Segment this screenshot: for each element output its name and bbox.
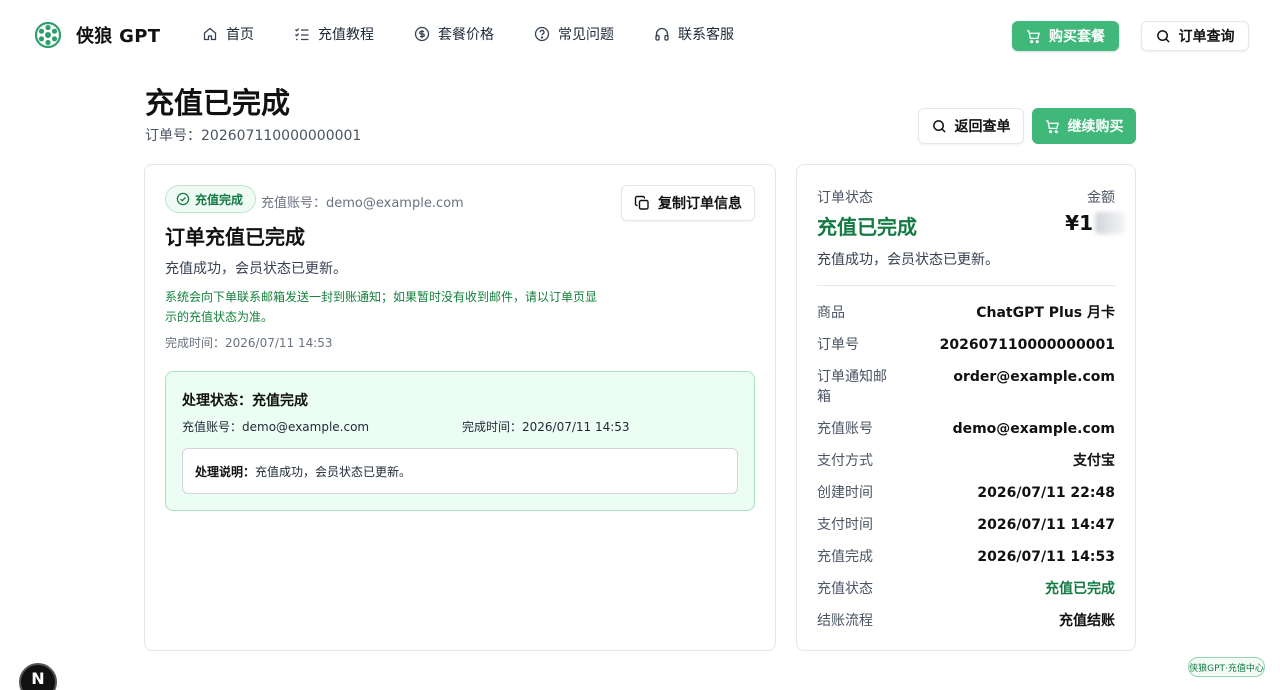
detail-row-checkout-flow: 结账流程 充值结账	[817, 611, 1115, 631]
cart-icon	[1045, 119, 1059, 133]
detail-value: order@example.com	[953, 369, 1115, 385]
detail-row-created-time: 创建时间 2026/07/11 22:48	[817, 483, 1115, 503]
nav-item-label: 常见问题	[558, 27, 614, 43]
detail-key: 支付时间	[817, 517, 873, 533]
detail-row-payment-method: 支付方式 支付宝	[817, 451, 1115, 471]
detail-key: 支付方式	[817, 453, 873, 469]
detail-row-account: 充值账号 demo@example.com	[817, 419, 1115, 439]
back-to-query-button[interactable]: 返回查单	[918, 108, 1024, 144]
home-icon	[203, 27, 217, 41]
detail-value: 2026/07/11 22:48	[977, 485, 1115, 501]
nav-item-home[interactable]: 首页	[202, 24, 254, 44]
brand-logo-icon	[34, 21, 62, 49]
detail-row-recharge-status: 充值状态 充值已完成	[817, 579, 1115, 599]
buy-plan-label: 购买套餐	[1049, 29, 1105, 45]
order-query-button[interactable]: 订单查询	[1141, 21, 1249, 51]
process-completion-time: 完成时间：2026/07/11 14:53	[462, 420, 630, 434]
nav-item-label: 联系客服	[678, 27, 734, 43]
search-icon	[932, 119, 946, 133]
main-nav: 首页 充值教程 套餐价格 常见问题 联系客服	[202, 24, 774, 44]
detail-value: 202607110000000001	[939, 337, 1115, 353]
order-summary-card: 订单状态 金额 充值已完成 ¥1 充值成功，会员状态已更新。 商品 ChatGP…	[796, 164, 1136, 651]
detail-row-completed-time: 充值完成 2026/07/11 14:53	[817, 547, 1115, 567]
detail-row-order-number: 订单号 202607110000000001	[817, 335, 1115, 355]
nav-item-tutorial[interactable]: 充值教程	[294, 24, 374, 44]
headphones-icon	[655, 27, 669, 41]
recharge-account: 充值账号：demo@example.com	[261, 196, 464, 211]
detail-key: 订单号	[817, 337, 859, 353]
back-to-query-label: 返回查单	[954, 119, 1011, 135]
process-status-title: 处理状态：充值完成	[182, 393, 308, 409]
detail-value: 充值结账	[1059, 613, 1115, 629]
result-description: 充值成功，会员状态已更新。	[165, 261, 347, 277]
continue-buying-label: 继续购买	[1067, 119, 1124, 135]
status-badge-label: 充值完成	[195, 192, 244, 207]
amount: ¥1	[1065, 211, 1125, 235]
copy-icon	[634, 195, 649, 210]
check-circle-icon	[176, 192, 190, 206]
amount-redaction	[1095, 212, 1125, 234]
detail-key: 充值状态	[817, 581, 873, 597]
brand[interactable]: 侠狼 GPT	[34, 21, 160, 49]
process-note: 处理说明： 充值成功，会员状态已更新。	[182, 448, 738, 494]
detail-value: 2026/07/11 14:47	[977, 517, 1115, 533]
detail-key: 充值账号	[817, 421, 873, 437]
email-notice: 系统会向下单联系邮箱发送一封到账通知；如果暂时没有收到邮件，请以订单页显示的充值…	[165, 290, 598, 324]
detail-value: 2026/07/11 14:53	[977, 549, 1115, 565]
footer-tag: 侠狼GPT·充值中心	[1188, 657, 1265, 677]
help-circle-icon	[534, 26, 550, 42]
nav-item-support[interactable]: 联系客服	[654, 24, 734, 44]
process-note-label: 处理说明：	[195, 464, 256, 479]
brand-name: 侠狼 GPT	[76, 26, 161, 47]
status-badge: 充值完成	[165, 185, 257, 213]
top-header: 侠狼 GPT 首页 充值教程 套餐价格 常见问题 联系客服 购买套餐 订单查询	[0, 0, 1280, 72]
order-status-label: 订单状态	[817, 190, 873, 206]
detail-value: demo@example.com	[952, 421, 1115, 437]
cart-icon	[1026, 29, 1040, 43]
process-note-text: 充值成功，会员状态已更新。	[255, 464, 412, 479]
order-status-value: 充值已完成	[817, 215, 917, 239]
nav-item-label: 套餐价格	[438, 27, 494, 43]
order-result-card: 充值完成 充值账号：demo@example.com 复制订单信息 订单充值已完…	[144, 164, 776, 651]
detail-key: 订单通知邮箱	[817, 369, 887, 405]
process-status-panel: 处理状态：充值完成 充值账号：demo@example.com 完成时间：202…	[165, 371, 755, 511]
detail-row-paid-time: 支付时间 2026/07/11 14:47	[817, 515, 1115, 535]
page-title: 充值已完成	[145, 86, 291, 120]
detail-value: ChatGPT Plus 月卡	[976, 305, 1115, 321]
nav-item-label: 充值教程	[318, 27, 374, 43]
divider	[817, 285, 1115, 286]
detail-key: 结账流程	[817, 613, 873, 629]
amount-value: ¥1	[1065, 211, 1093, 235]
detail-key: 商品	[817, 305, 845, 321]
detail-value: 充值已完成	[1045, 581, 1115, 597]
detail-value: 支付宝	[1073, 453, 1115, 469]
search-icon	[1156, 29, 1170, 43]
order-number: 订单号：202607110000000001	[145, 128, 362, 144]
summary-description: 充值成功，会员状态已更新。	[817, 252, 999, 268]
continue-buying-button[interactable]: 继续购买	[1032, 108, 1136, 144]
dollar-circle-icon	[414, 26, 430, 42]
amount-label: 金额	[1087, 190, 1115, 206]
order-query-label: 订单查询	[1178, 29, 1235, 45]
copy-order-info-label: 复制订单信息	[658, 196, 742, 212]
nav-item-faq[interactable]: 常见问题	[534, 24, 614, 44]
detail-row-product: 商品 ChatGPT Plus 月卡	[817, 303, 1115, 323]
nav-item-label: 首页	[226, 27, 254, 43]
detail-key: 创建时间	[817, 485, 873, 501]
nav-item-pricing[interactable]: 套餐价格	[414, 24, 494, 44]
copy-order-info-button[interactable]: 复制订单信息	[621, 185, 755, 221]
result-title: 订单充值已完成	[165, 225, 305, 249]
checklist-icon	[295, 28, 309, 41]
detail-key: 充值完成	[817, 549, 873, 565]
buy-plan-button[interactable]: 购买套餐	[1012, 21, 1119, 51]
detail-row-notify-email: 订单通知邮箱 order@example.com	[817, 367, 1115, 407]
dev-tools-badge[interactable]: N	[19, 663, 57, 690]
process-account: 充值账号：demo@example.com	[182, 420, 370, 434]
completion-time: 完成时间：2026/07/11 14:53	[165, 336, 333, 350]
